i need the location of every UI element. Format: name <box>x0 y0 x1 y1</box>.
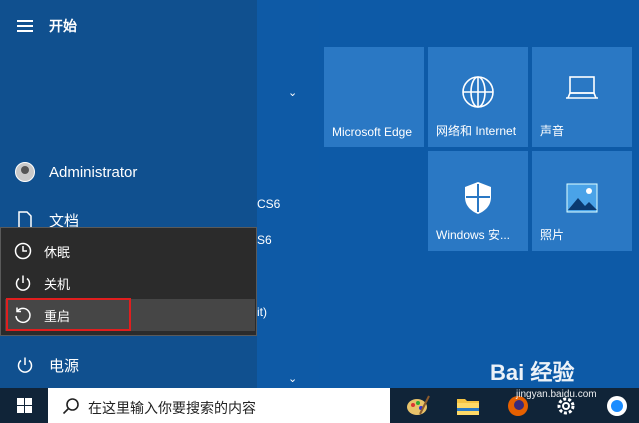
watermark-url: jingyan.baidu.com <box>516 389 597 400</box>
globe-icon <box>428 75 528 109</box>
power-label: 电源 <box>49 357 80 375</box>
power-icon <box>14 354 36 376</box>
app-list-item[interactable]: S6 <box>257 233 272 247</box>
start-button[interactable] <box>0 388 48 423</box>
user-avatar-icon <box>14 161 36 183</box>
restart-highlight-box <box>6 298 131 331</box>
clock-icon <box>13 241 33 261</box>
user-name: Administrator <box>49 163 138 181</box>
start-title: 开始 <box>49 18 77 34</box>
tile-label: 网络和 Internet <box>436 124 517 138</box>
shutdown-label: 关机 <box>44 276 71 292</box>
search-placeholder: 在这里输入你要搜索的内容 <box>88 400 256 416</box>
power-item[interactable]: 电源 <box>0 345 257 385</box>
start-header[interactable]: 开始 <box>0 6 257 46</box>
hamburger-menu-icon[interactable] <box>14 15 36 37</box>
tile-sound[interactable]: 声音 <box>532 47 632 147</box>
app-list-item[interactable]: CS6 <box>257 197 280 211</box>
user-account-item[interactable]: Administrator <box>0 152 257 192</box>
shutdown-button[interactable]: 关机 <box>1 267 256 299</box>
baidu-watermark: Bai 经验 jingyan.baidu.com <box>478 353 638 403</box>
photo-icon <box>532 183 632 213</box>
tile-label: 照片 <box>540 228 565 242</box>
app-list <box>257 0 319 388</box>
windows-logo-icon <box>16 398 32 413</box>
search-icon <box>62 397 80 420</box>
tile-label: 声音 <box>540 124 565 138</box>
watermark-brand: Bai 经验 <box>490 360 575 385</box>
tile-windows-security[interactable]: Windows 安... <box>428 151 528 251</box>
tile-microsoft-edge[interactable]: Microsoft Edge <box>324 47 424 147</box>
chevron-down-icon[interactable]: ⌄ <box>288 372 297 385</box>
shield-icon <box>428 181 528 215</box>
tile-photos[interactable]: 照片 <box>532 151 632 251</box>
tile-label: Microsoft Edge <box>332 125 413 139</box>
avatar <box>15 162 35 182</box>
sleep-label: 休眠 <box>44 244 71 260</box>
tile-label: Windows 安... <box>436 228 511 242</box>
taskbar-search[interactable]: 在这里输入你要搜索的内容 <box>48 388 390 423</box>
chevron-down-icon[interactable]: ⌄ <box>288 86 297 99</box>
tile-network[interactable]: 网络和 Internet <box>428 47 528 147</box>
paint-app-icon[interactable] <box>405 393 431 419</box>
power-icon <box>13 273 33 293</box>
app-list-item[interactable]: it) <box>257 305 267 319</box>
sleep-button[interactable]: 休眠 <box>1 235 256 267</box>
laptop-icon <box>532 75 632 101</box>
